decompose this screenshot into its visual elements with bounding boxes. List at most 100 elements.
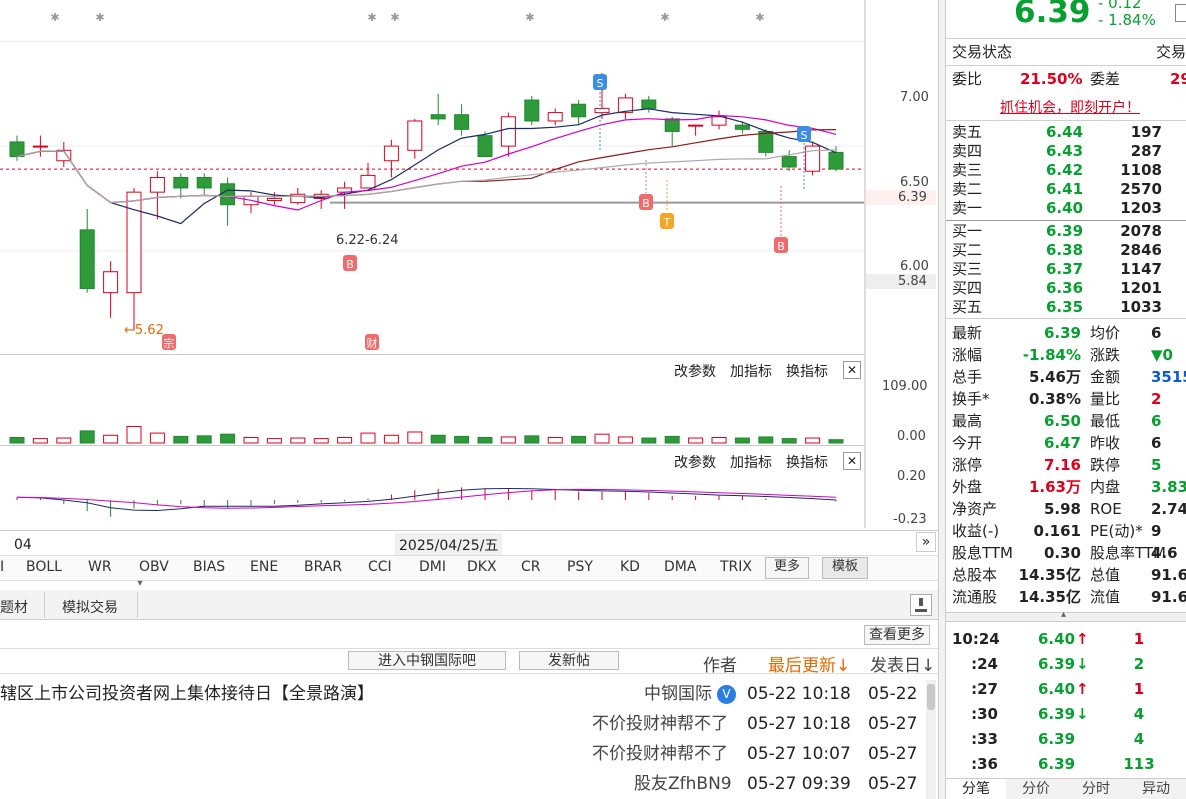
stat-value-2: 6 xyxy=(1151,412,1162,430)
enter-forum-button[interactable]: 进入中钢国际吧 xyxy=(348,651,506,670)
vol-close-icon[interactable]: ✕ xyxy=(843,361,861,379)
ask-row: 卖五 6.44 197 xyxy=(946,123,1186,142)
tab-fenbi[interactable]: 分笔 xyxy=(946,779,1006,799)
bid-level: 买三 xyxy=(952,260,983,278)
indicator-dma[interactable]: DMA xyxy=(664,559,696,575)
indicator-psy[interactable]: PSY xyxy=(567,559,593,575)
indicator-kd[interactable]: KD xyxy=(620,559,640,575)
indicator-ene[interactable]: ENE xyxy=(250,559,278,575)
volume-chart xyxy=(9,425,844,444)
macd-switch-indicator-button[interactable]: 换指标 xyxy=(786,452,828,472)
bottom-tab-bar: 分笔 分价 分时 异动 xyxy=(946,778,1186,799)
zong-marker-text: 宗 xyxy=(164,336,175,350)
volume-bar xyxy=(734,437,750,444)
volume-bar xyxy=(103,434,119,444)
tab-fenjia[interactable]: 分价 xyxy=(1006,779,1066,799)
volume-bar xyxy=(711,436,727,444)
volume-bar xyxy=(360,432,376,444)
price-tick-650: 6.50 xyxy=(900,175,929,190)
candle xyxy=(9,135,25,161)
panel-toggle-icon[interactable] xyxy=(1175,4,1186,22)
indicator-trix[interactable]: TRIX xyxy=(720,559,752,575)
open-account-link[interactable]: 抓住机会，即刻开户！ xyxy=(1000,97,1140,117)
topic-author[interactable]: 不价投财神帮不了 xyxy=(592,709,728,739)
stat-value-2: 3515 xyxy=(1151,368,1186,386)
topic-title[interactable]: 辖区上市公司投资者网上集体接待日【全景路演】 xyxy=(0,679,374,709)
topic-row[interactable]: 不价投财神帮不了 05-27 10:07 05-27 xyxy=(0,739,930,769)
tick-time: 10:24 xyxy=(952,630,1000,648)
bid-price: 6.39 xyxy=(1046,222,1084,240)
candle xyxy=(313,190,329,209)
macd-add-indicator-button[interactable]: 加指标 xyxy=(730,452,772,472)
scrollbar-thumb[interactable] xyxy=(927,684,935,710)
volume-bar xyxy=(32,438,48,444)
topic-row[interactable]: 股友ZfhBN9 05-27 09:39 05-27 xyxy=(0,769,930,799)
view-more-button[interactable]: 查看更多 xyxy=(864,625,930,645)
bid-level: 买四 xyxy=(952,279,983,297)
ask-price: 6.44 xyxy=(1046,123,1084,141)
volume-bar xyxy=(688,437,704,444)
tick-time: :36 xyxy=(971,755,998,773)
tab-fenshi[interactable]: 分时 xyxy=(1066,779,1126,799)
topic-row[interactable]: 不价投财神帮不了 05-27 10:18 05-27 xyxy=(0,709,930,739)
ask-row: 卖四 6.43 287 xyxy=(946,142,1186,161)
tick-time: :30 xyxy=(971,705,998,723)
new-post-button[interactable]: 发新帖 xyxy=(519,651,619,670)
macd-tick-min: -0.23 xyxy=(893,512,927,527)
volume-bar xyxy=(149,432,165,444)
volume-bar xyxy=(313,438,329,444)
t-marker-text: T xyxy=(663,216,671,229)
more-indicators-button[interactable]: 更多 xyxy=(765,557,809,579)
candle-body xyxy=(407,120,423,151)
stat-label: 收益(-) xyxy=(952,522,1000,540)
low-price-label: ←5.62 xyxy=(124,323,164,338)
indicator-cr[interactable]: CR xyxy=(521,559,541,575)
ask-row: 卖一 6.40 1203 xyxy=(946,199,1186,218)
stat-label: 总手 xyxy=(952,368,983,386)
x-label-cursor-date: 2025/04/25/五 xyxy=(395,533,503,557)
volume-bar xyxy=(805,437,821,444)
template-button[interactable]: 模板 xyxy=(822,557,868,579)
tick-volume: 1 xyxy=(1133,680,1145,698)
candlestick-chart[interactable]: SSBBBT宗 财←5.626.22-6.24✱ ✱ ✱ ✱ ✱ ✱ ✱ xyxy=(0,0,864,355)
scrollbar[interactable] xyxy=(926,680,936,799)
indicator-brar[interactable]: BRAR xyxy=(304,559,342,575)
macd-close-icon[interactable]: ✕ xyxy=(843,452,861,470)
topic-row[interactable]: 辖区上市公司投资者网上集体接待日【全景路演】 中钢国际 V 05-22 10:1… xyxy=(0,679,930,709)
indicator-i[interactable]: I xyxy=(0,559,4,575)
topic-author[interactable]: 股友ZfhBN9 xyxy=(634,769,732,799)
tab-topic[interactable]: 题材 xyxy=(0,597,28,617)
topic-posted: 05-27 xyxy=(868,774,918,794)
indicator-bias[interactable]: BIAS xyxy=(193,559,225,575)
tab-sim-trade[interactable]: 模拟交易 xyxy=(62,597,118,617)
tab-yidong[interactable]: 异动 xyxy=(1126,779,1186,799)
candle-body xyxy=(547,112,563,122)
topic-author[interactable]: 不价投财神帮不了 xyxy=(592,739,728,769)
price-tick-700: 7.00 xyxy=(900,90,929,105)
macd-param-button[interactable]: 改参数 xyxy=(674,452,716,472)
panel-divider[interactable]: ▴ xyxy=(946,609,1186,622)
indicator-boll[interactable]: BOLL xyxy=(26,559,62,575)
candle xyxy=(711,110,727,130)
topic-author[interactable]: 中钢国际 xyxy=(644,679,712,709)
candle-body xyxy=(828,151,844,170)
vol-param-button[interactable]: 改参数 xyxy=(674,361,716,381)
candle-body xyxy=(430,114,446,120)
indicator-obv[interactable]: OBV xyxy=(139,559,169,575)
indicator-dkx[interactable]: DKX xyxy=(467,559,497,575)
stat-label: 流通股 xyxy=(952,588,998,606)
candle-body xyxy=(32,145,48,148)
download-icon[interactable] xyxy=(910,594,932,616)
stat-value-2: ▼0 xyxy=(1151,346,1173,364)
collapse-down-icon[interactable]: ▾ xyxy=(130,579,150,589)
expand-icon[interactable]: » xyxy=(916,532,936,552)
stat-value: 14.35亿 xyxy=(1018,566,1081,584)
indicator-cci[interactable]: CCI xyxy=(368,559,392,575)
indicator-wr[interactable]: WR xyxy=(88,559,112,575)
stat-value: 6.50 xyxy=(1043,412,1081,430)
bid-price: 6.35 xyxy=(1046,298,1084,316)
vol-add-indicator-button[interactable]: 加指标 xyxy=(730,361,772,381)
indicator-dmi[interactable]: DMI xyxy=(419,559,446,575)
stat-value: 1.63万 xyxy=(1028,478,1081,496)
vol-switch-indicator-button[interactable]: 换指标 xyxy=(786,361,828,381)
